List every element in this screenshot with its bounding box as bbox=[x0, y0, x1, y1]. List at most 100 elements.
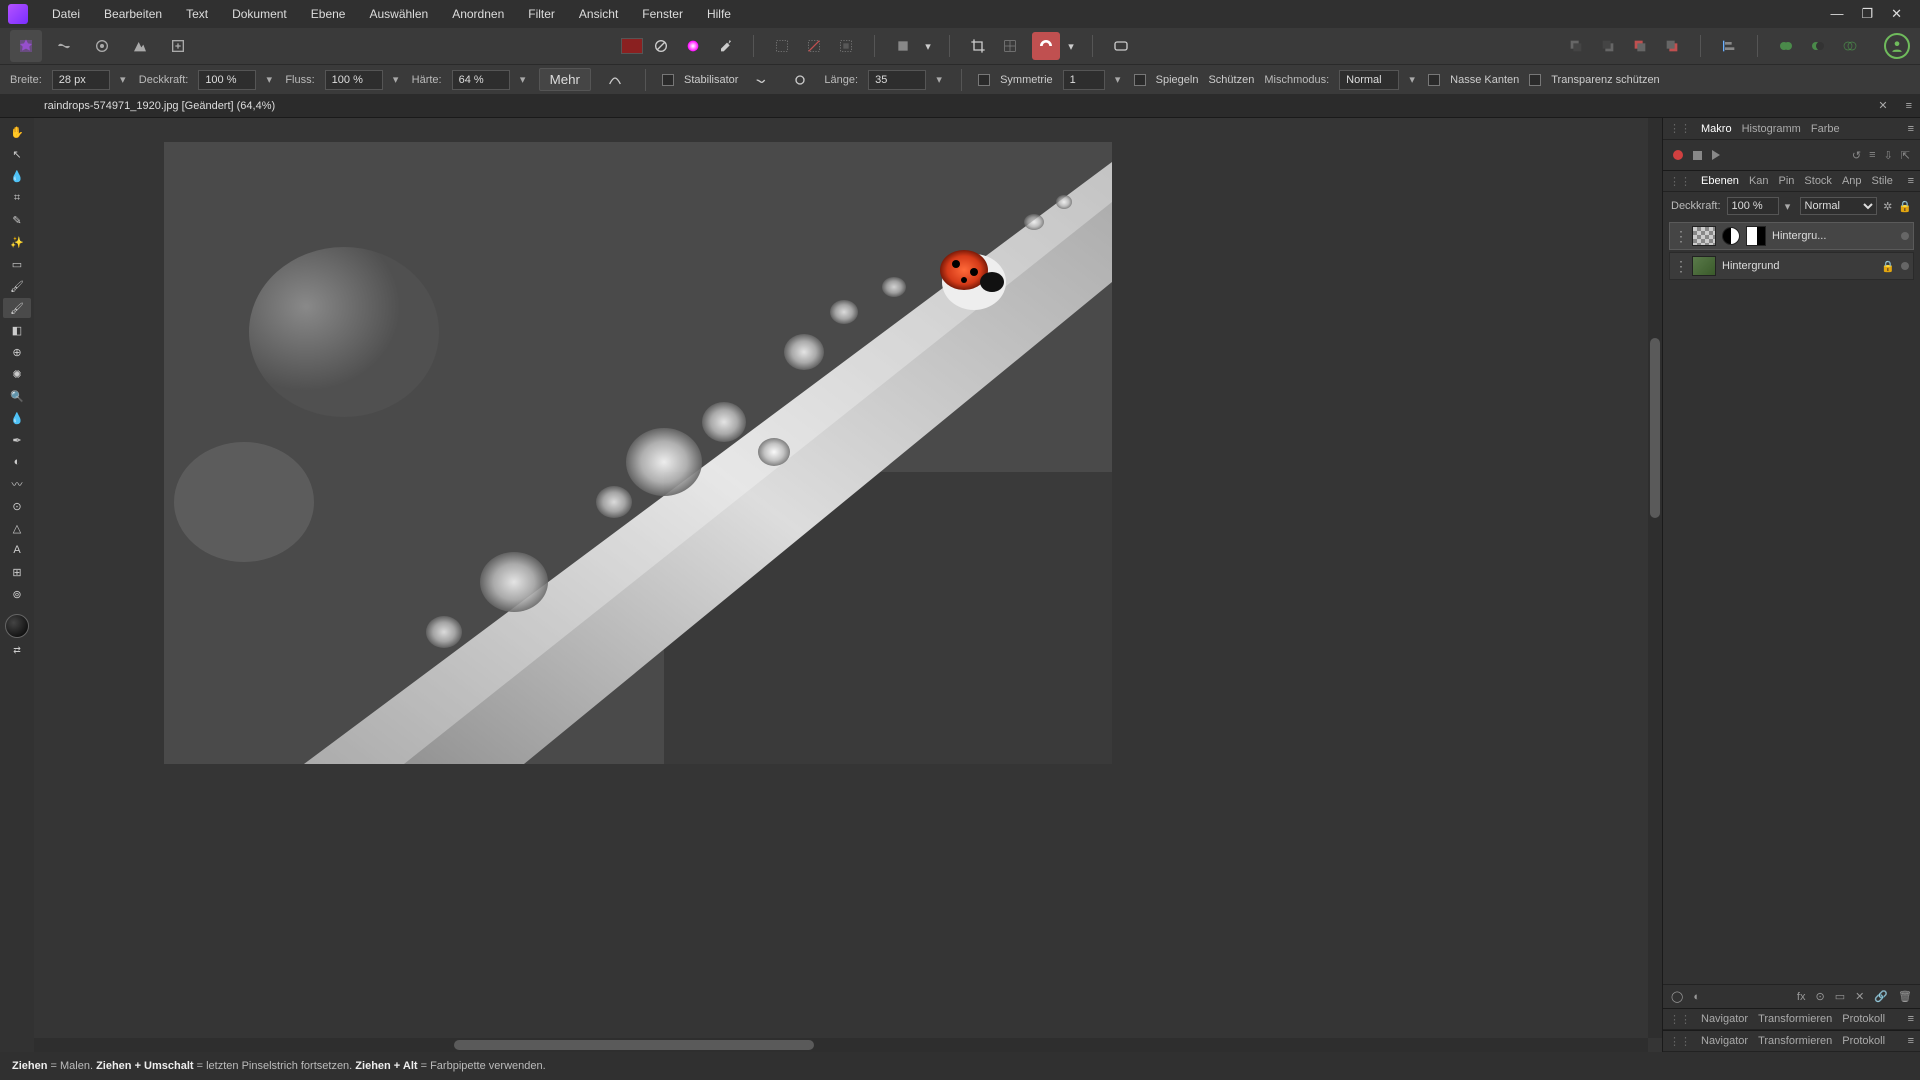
preview-button[interactable] bbox=[1107, 32, 1135, 60]
healing-tool[interactable]: ⊙ bbox=[3, 496, 31, 516]
width-input[interactable] bbox=[52, 70, 110, 90]
swatch-color-wheel[interactable] bbox=[679, 32, 707, 60]
layer-fx-button[interactable]: fx bbox=[1797, 991, 1806, 1003]
tab-protokoll[interactable]: Protokoll bbox=[1842, 1013, 1885, 1025]
crop-toggle[interactable] bbox=[964, 32, 992, 60]
document-menu-icon[interactable]: ≡ bbox=[1898, 100, 1920, 112]
more-button[interactable]: Mehr bbox=[539, 68, 591, 91]
grip-icon[interactable]: ⋮⋮ bbox=[1669, 1035, 1691, 1048]
swatch-none[interactable] bbox=[647, 32, 675, 60]
menu-filter[interactable]: Filter bbox=[516, 1, 567, 27]
blendmode-select[interactable] bbox=[1339, 70, 1399, 90]
tab-makro[interactable]: Makro bbox=[1701, 123, 1732, 135]
develop-persona[interactable] bbox=[86, 30, 118, 62]
close-icon[interactable]: ✕ bbox=[1891, 6, 1902, 22]
flood-select-tool[interactable]: ✨ bbox=[3, 232, 31, 252]
menu-anordnen[interactable]: Anordnen bbox=[440, 1, 516, 27]
tone-persona[interactable] bbox=[124, 30, 156, 62]
grip-icon[interactable]: ⋮⋮ bbox=[1669, 122, 1691, 135]
paint-brush-tool[interactable]: 🖌 bbox=[3, 298, 31, 318]
app-logo[interactable] bbox=[8, 4, 28, 24]
tab-navigator[interactable]: Navigator bbox=[1701, 1013, 1748, 1025]
layer-visible-dot[interactable] bbox=[1901, 262, 1909, 270]
layer-opacity-dropdown[interactable]: ▾ bbox=[1782, 196, 1794, 216]
align-button[interactable] bbox=[1715, 32, 1743, 60]
menu-hilfe[interactable]: Hilfe bbox=[695, 1, 743, 27]
layer-name[interactable]: Hintergrund bbox=[1722, 260, 1875, 272]
menu-text[interactable]: Text bbox=[174, 1, 220, 27]
layer-blend-select[interactable]: Normal bbox=[1800, 197, 1878, 215]
tab-transformieren[interactable]: Transformieren bbox=[1758, 1013, 1832, 1025]
lock-icon[interactable]: 🔒 bbox=[1881, 260, 1895, 273]
vertical-scrollbar[interactable] bbox=[1648, 118, 1662, 1038]
layer-name[interactable]: Hintergru... bbox=[1772, 230, 1895, 242]
layer-fx-icon[interactable]: ✲ bbox=[1883, 200, 1892, 213]
tab-transformieren[interactable]: Transformieren bbox=[1758, 1035, 1832, 1047]
layer-row[interactable]: ⋮ Hintergrund 🔒 bbox=[1669, 252, 1914, 280]
menu-ebene[interactable]: Ebene bbox=[299, 1, 358, 27]
selection-brush-tool[interactable]: ✎ bbox=[3, 210, 31, 230]
mask-thumbnail[interactable] bbox=[1746, 226, 1766, 246]
deselect-button[interactable] bbox=[800, 32, 828, 60]
swatch-picker[interactable] bbox=[711, 32, 739, 60]
tab-kan[interactable]: Kan bbox=[1749, 175, 1769, 187]
shape-tool[interactable]: △ bbox=[3, 518, 31, 538]
symmetry-input[interactable] bbox=[1063, 70, 1105, 90]
maximize-icon[interactable]: ❐ bbox=[1861, 6, 1873, 22]
flow-dropdown[interactable]: ▾ bbox=[390, 70, 402, 90]
opacity-input[interactable] bbox=[198, 70, 256, 90]
minimize-icon[interactable]: — bbox=[1830, 6, 1843, 22]
move-forward-one-button[interactable] bbox=[1658, 32, 1686, 60]
record-button[interactable] bbox=[1673, 150, 1683, 160]
symmetry-checkbox[interactable] bbox=[978, 74, 990, 86]
h-scroll-thumb[interactable] bbox=[454, 1040, 814, 1050]
grip-icon[interactable]: ⋮⋮ bbox=[1669, 1013, 1691, 1026]
opacity-dropdown[interactable]: ▾ bbox=[263, 70, 275, 90]
clone-tool[interactable]: ⊕ bbox=[3, 342, 31, 362]
swatch-foreground[interactable] bbox=[621, 38, 643, 54]
layer-add-button[interactable]: ✕ bbox=[1855, 990, 1864, 1003]
pen-tool[interactable]: ✒ bbox=[3, 430, 31, 450]
menu-fenster[interactable]: Fenster bbox=[630, 1, 695, 27]
move-tool[interactable]: ↖ bbox=[3, 144, 31, 164]
tab-stile[interactable]: Stile bbox=[1872, 175, 1893, 187]
blur-tool[interactable]: 💧 bbox=[3, 408, 31, 428]
zoom-tool[interactable]: ⊚ bbox=[3, 584, 31, 604]
tab-ebenen[interactable]: Ebenen bbox=[1701, 175, 1739, 187]
force-pressure-button[interactable] bbox=[601, 66, 629, 94]
text-tool[interactable]: A bbox=[3, 540, 31, 560]
color-picker-tool[interactable]: 💧 bbox=[3, 166, 31, 186]
tab-histogramm[interactable]: Histogramm bbox=[1742, 123, 1801, 135]
boolean-subtract[interactable] bbox=[1804, 32, 1832, 60]
crop-tool[interactable]: ⌗ bbox=[3, 188, 31, 208]
macro-import-icon[interactable]: ⇩ bbox=[1884, 149, 1893, 162]
length-dropdown[interactable]: ▾ bbox=[933, 70, 945, 90]
tab-navigator[interactable]: Navigator bbox=[1701, 1035, 1748, 1047]
layer-link-button[interactable]: 🔗 bbox=[1874, 990, 1888, 1003]
select-all-button[interactable] bbox=[768, 32, 796, 60]
menu-dokument[interactable]: Dokument bbox=[220, 1, 299, 27]
menu-auswaehlen[interactable]: Auswählen bbox=[357, 1, 440, 27]
account-button[interactable] bbox=[1884, 33, 1910, 59]
erase-tool[interactable]: ◧ bbox=[3, 320, 31, 340]
symmetry-dropdown[interactable]: ▾ bbox=[1112, 70, 1124, 90]
assistant-dropdown[interactable]: ▾ bbox=[1064, 32, 1078, 60]
layer-row[interactable]: ⋮ Hintergru... bbox=[1669, 222, 1914, 250]
panel-options-icon[interactable]: ≡ bbox=[1908, 175, 1914, 187]
layer-group-button[interactable]: ▭ bbox=[1835, 990, 1845, 1003]
move-back-one-button[interactable] bbox=[1626, 32, 1654, 60]
v-scroll-thumb[interactable] bbox=[1650, 338, 1660, 518]
export-persona[interactable] bbox=[162, 30, 194, 62]
panel-options-icon[interactable]: ≡ bbox=[1908, 1013, 1914, 1025]
stop-button[interactable] bbox=[1693, 151, 1702, 160]
view-tool[interactable]: ✋ bbox=[3, 122, 31, 142]
width-dropdown[interactable]: ▾ bbox=[117, 70, 129, 90]
inpainting-tool[interactable]: ✺ bbox=[3, 364, 31, 384]
flow-input[interactable] bbox=[325, 70, 383, 90]
mirror-checkbox[interactable] bbox=[1134, 74, 1146, 86]
panel-options-icon[interactable]: ≡ bbox=[1908, 1035, 1914, 1047]
tab-protokoll[interactable]: Protokoll bbox=[1842, 1035, 1885, 1047]
length-input[interactable] bbox=[868, 70, 926, 90]
tab-stock[interactable]: Stock bbox=[1804, 175, 1832, 187]
tab-farbe[interactable]: Farbe bbox=[1811, 123, 1840, 135]
